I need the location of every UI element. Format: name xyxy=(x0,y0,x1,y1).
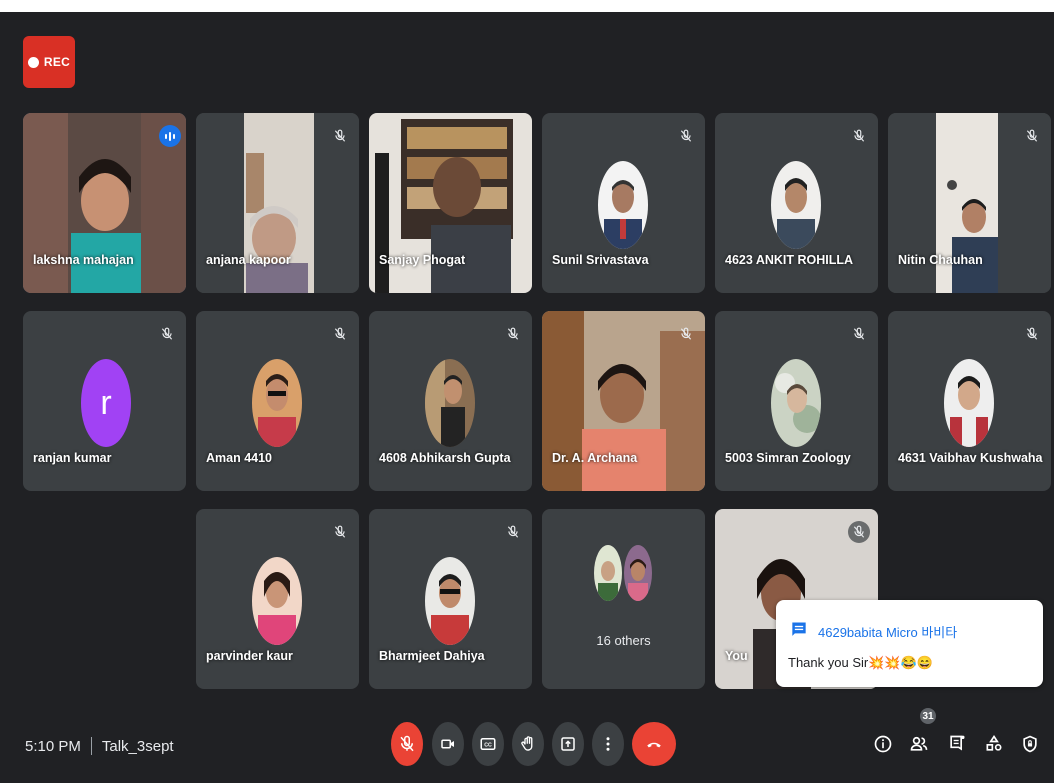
participant-name: anjana kapoor xyxy=(206,253,291,267)
participant-tile[interactable]: Sunil Srivastava xyxy=(542,113,705,293)
participant-name: Bharmjeet Dahiya xyxy=(379,649,485,663)
mic-off-icon xyxy=(675,323,697,345)
bottom-toolbar: 5:10 PM Talk_3sept CC xyxy=(0,700,1054,783)
mic-off-icon xyxy=(329,323,351,345)
mic-toggle-button[interactable] xyxy=(391,722,423,766)
divider xyxy=(90,737,92,755)
top-strip xyxy=(0,0,1054,12)
participant-avatar xyxy=(252,557,302,645)
meeting-info: 5:10 PM Talk_3sept xyxy=(25,737,174,755)
chat-icon xyxy=(789,620,809,645)
participant-name: 5003 Simran Zoology xyxy=(725,451,851,465)
chat-sender: 4629babita Micro 바비타 xyxy=(818,625,958,640)
participant-avatar xyxy=(598,161,648,249)
hand-icon xyxy=(521,736,533,751)
chat-notification[interactable]: 4629babita Micro 바비타 Thank you Sir💥💥😂😄 xyxy=(776,600,1043,687)
mic-off-icon xyxy=(329,125,351,147)
others-tile[interactable]: 16 others xyxy=(542,509,705,689)
meeting-details-button[interactable] xyxy=(871,732,895,756)
host-controls-button[interactable] xyxy=(1018,732,1042,756)
chat-button[interactable] xyxy=(945,732,969,756)
activities-button[interactable] xyxy=(982,732,1006,756)
participant-name: You xyxy=(725,649,748,663)
mic-off-icon xyxy=(156,323,178,345)
participant-tile[interactable]: 5003 Simran Zoology xyxy=(715,311,878,491)
participant-avatar xyxy=(425,359,475,447)
participant-avatar: r xyxy=(81,359,131,447)
captions-button[interactable]: CC xyxy=(472,722,504,766)
participant-tile[interactable]: 4608 Abhikarsh Gupta xyxy=(369,311,532,491)
activities-icon xyxy=(986,734,1002,751)
mic-off-icon xyxy=(675,125,697,147)
participant-tile[interactable]: parvinder kaur xyxy=(196,509,359,689)
end-call-icon xyxy=(647,742,661,748)
more-vert-icon xyxy=(606,737,610,751)
participant-name: Nitin Chauhan xyxy=(898,253,983,267)
mic-off-icon xyxy=(1021,125,1043,147)
info-icon xyxy=(874,735,892,753)
shield-lock-icon xyxy=(1023,735,1037,753)
people-button[interactable] xyxy=(907,732,931,756)
participant-name: Dr. A. Archana xyxy=(552,451,638,465)
participant-avatar xyxy=(771,359,821,447)
people-count-badge: 31 xyxy=(920,708,936,724)
participant-tile[interactable]: Nitin Chauhan xyxy=(888,113,1051,293)
participant-avatar xyxy=(252,359,302,447)
present-screen-button[interactable] xyxy=(552,722,584,766)
recording-label: REC xyxy=(43,55,71,69)
participant-name: Aman 4410 xyxy=(206,451,273,465)
mic-off-icon xyxy=(848,521,870,543)
participant-name: Sunil Srivastava xyxy=(552,253,649,267)
others-avatar xyxy=(594,545,622,601)
present-icon xyxy=(561,737,575,751)
participant-name: parvinder kaur xyxy=(206,649,293,663)
leave-call-button[interactable] xyxy=(632,722,676,766)
mic-off-icon xyxy=(329,521,351,543)
svg-text:CC: CC xyxy=(484,743,492,749)
mic-off-icon xyxy=(848,125,870,147)
participant-tile[interactable]: Bharmjeet Dahiya xyxy=(369,509,532,689)
mic-off-icon xyxy=(502,521,524,543)
recording-indicator: REC xyxy=(23,36,75,88)
participant-name: 4623 ANKIT ROHILLA xyxy=(725,253,854,267)
participant-tile[interactable]: r ranjan kumar xyxy=(23,311,186,491)
participant-tile[interactable]: lakshna mahajan xyxy=(23,113,186,293)
meeting-time: 5:10 PM xyxy=(25,737,81,755)
chat-message: Thank you Sir💥💥😂😄 xyxy=(788,655,933,670)
participant-name: Sanjay Phogat xyxy=(379,253,466,267)
participant-name: 4631 Vaibhav Kushwaha xyxy=(898,451,1043,465)
participant-avatar xyxy=(944,359,994,447)
others-avatar xyxy=(624,545,652,601)
mic-off-icon xyxy=(502,323,524,345)
captions-icon: CC xyxy=(480,738,496,750)
meeting-code: Talk_3sept xyxy=(101,737,174,755)
camera-toggle-button[interactable] xyxy=(432,722,464,766)
mic-off-icon xyxy=(400,735,414,752)
speaking-indicator-icon xyxy=(159,125,181,147)
raise-hand-button[interactable] xyxy=(512,722,544,766)
participant-tile[interactable]: 4631 Vaibhav Kushwaha xyxy=(888,311,1051,491)
camera-icon xyxy=(441,739,454,749)
participant-name: lakshna mahajan xyxy=(33,253,134,267)
more-options-button[interactable] xyxy=(592,722,624,766)
mic-off-icon xyxy=(1021,323,1043,345)
chat-icon xyxy=(950,735,965,751)
record-dot-icon xyxy=(27,56,39,68)
others-count: 16 others xyxy=(596,633,651,648)
participant-tile[interactable]: Dr. A. Archana xyxy=(542,311,705,491)
participant-tile[interactable]: anjana kapoor xyxy=(196,113,359,293)
people-icon xyxy=(910,736,928,751)
participant-avatar xyxy=(425,557,475,645)
participant-name: 4608 Abhikarsh Gupta xyxy=(379,451,511,465)
participant-tile[interactable]: Sanjay Phogat xyxy=(369,113,532,293)
participant-tile[interactable]: 4623 ANKIT ROHILLA xyxy=(715,113,878,293)
participant-avatar xyxy=(771,161,821,249)
participant-tile[interactable]: Aman 4410 xyxy=(196,311,359,491)
mic-off-icon xyxy=(848,323,870,345)
participant-name: ranjan kumar xyxy=(33,451,112,465)
